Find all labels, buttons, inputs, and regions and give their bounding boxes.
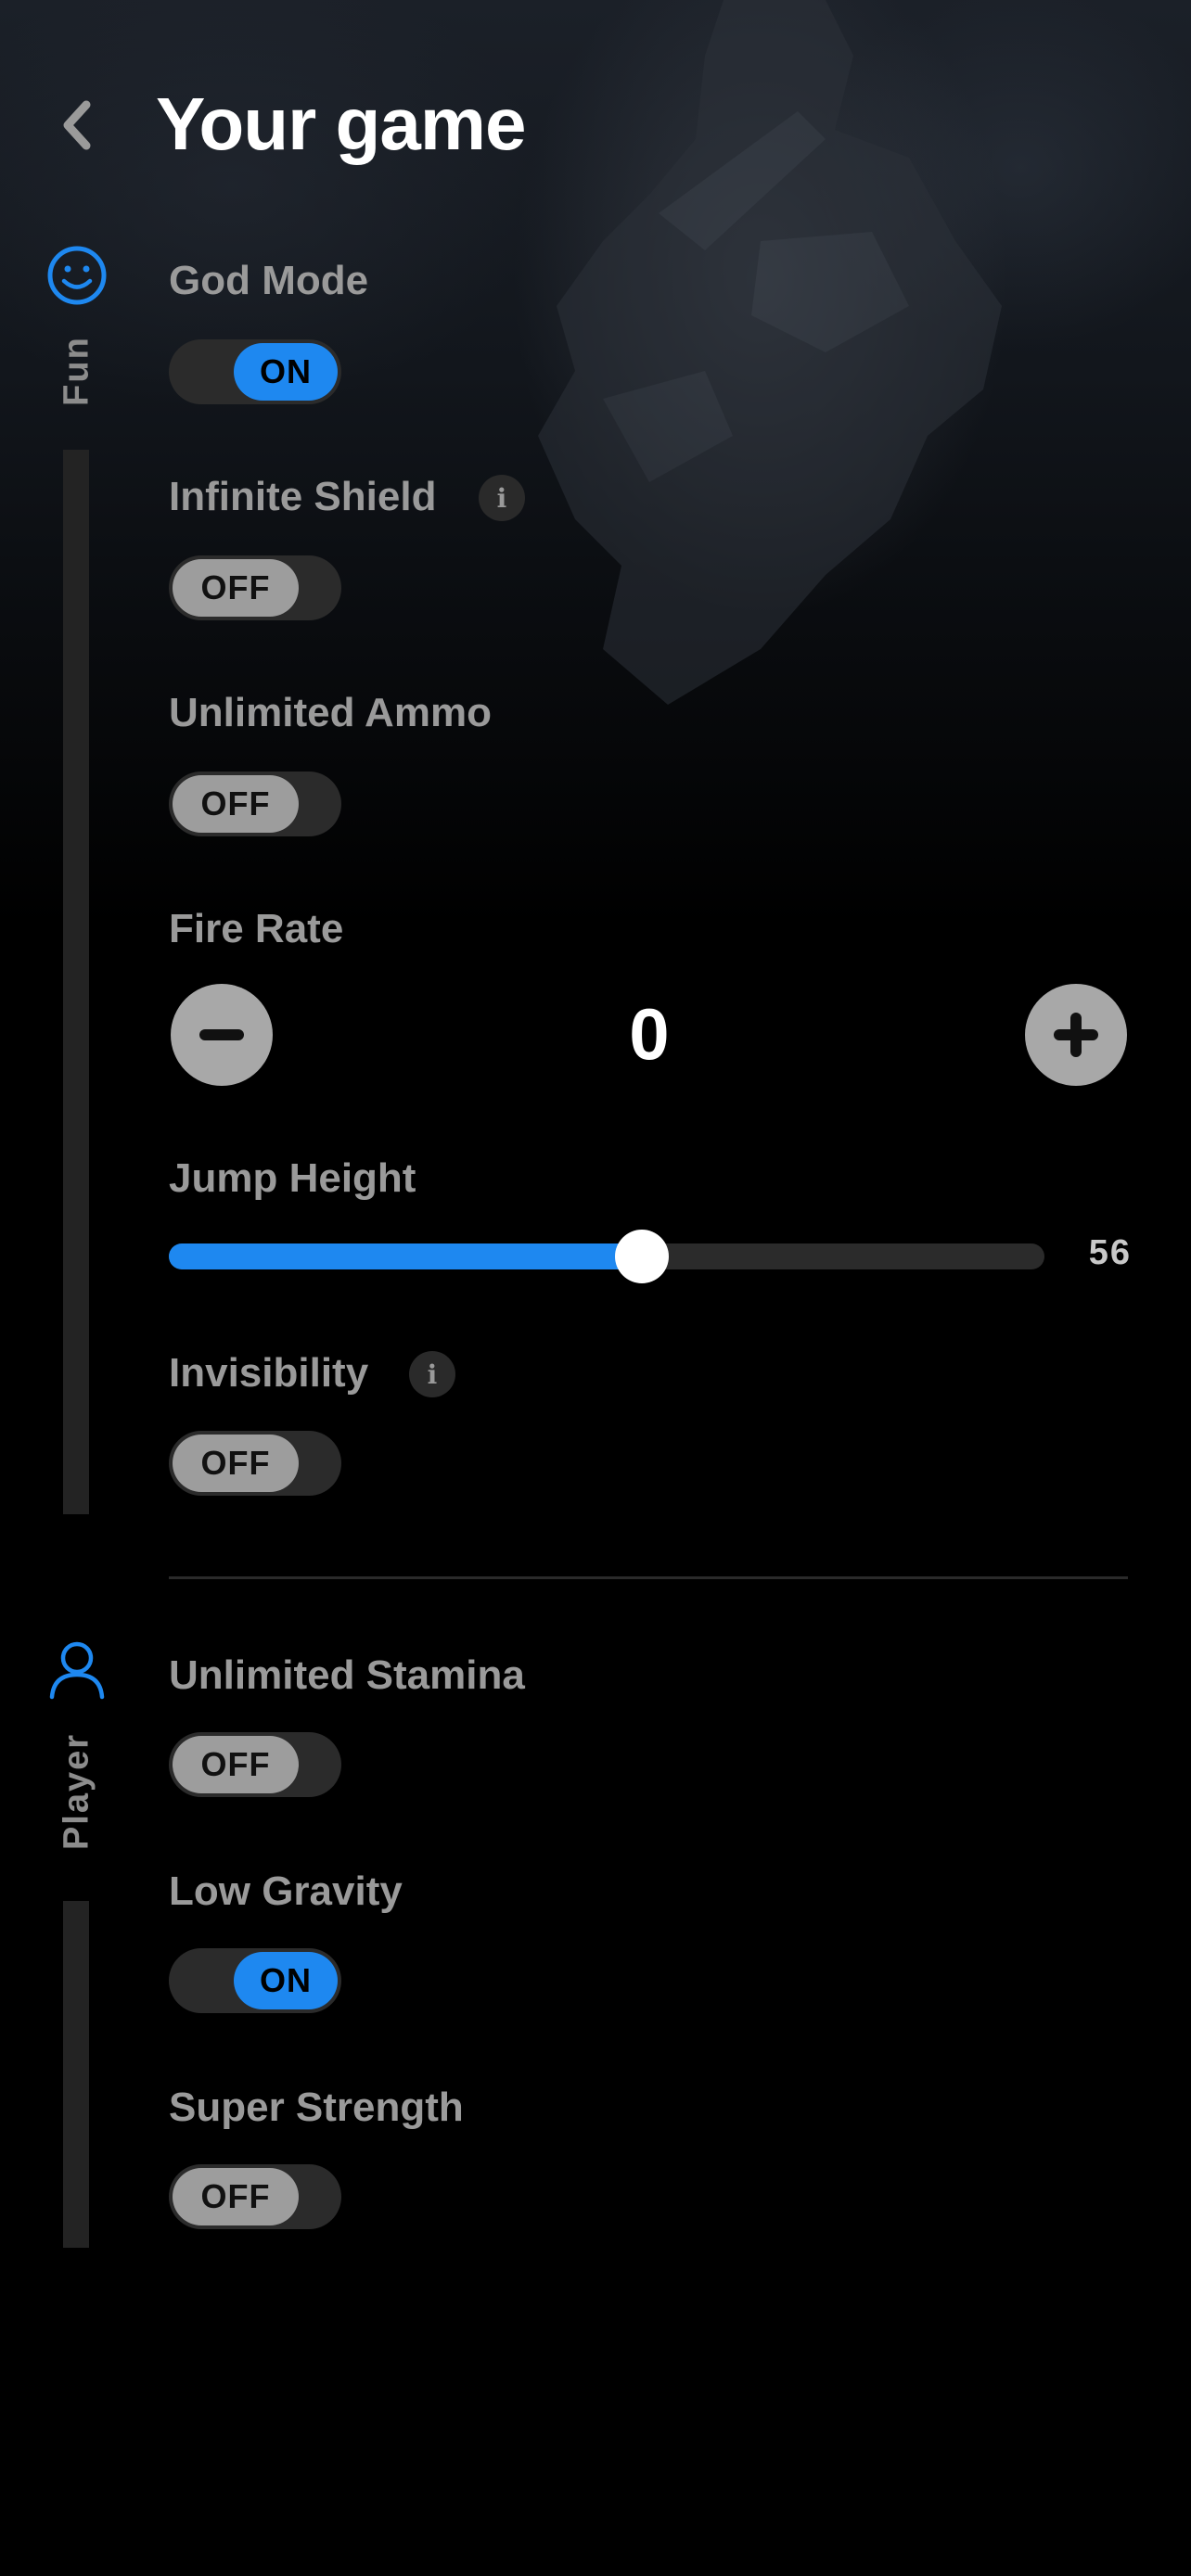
setting-label-unlimited-ammo: Unlimited Ammo [169, 690, 492, 735]
page-title: Your game [156, 83, 526, 165]
user-icon [49, 1641, 105, 1700]
jump-height-value: 56 [1088, 1233, 1132, 1272]
setting-label-low-gravity: Low Gravity [169, 1868, 403, 1914]
section-divider [169, 1576, 1128, 1579]
toggle-state: OFF [173, 1435, 299, 1492]
toggle-state: OFF [173, 2168, 299, 2225]
toggle-low-gravity[interactable]: ON [169, 1948, 341, 2013]
setting-label-god-mode: God Mode [169, 258, 369, 303]
chevron-left-icon [63, 100, 91, 150]
jump-height-slider[interactable] [169, 1230, 1044, 1283]
increment-button[interactable] [1025, 984, 1127, 1086]
toggle-state: OFF [173, 775, 299, 833]
setting-label-super-strength: Super Strength [169, 2085, 464, 2130]
toggle-god-mode[interactable]: ON [169, 339, 341, 404]
back-button[interactable] [54, 93, 100, 158]
setting-label-jump-height: Jump Height [169, 1155, 416, 1201]
setting-label-infinite-shield: Infinite Shield [169, 474, 437, 519]
toggle-unlimited-ammo[interactable]: OFF [169, 772, 341, 836]
info-icon[interactable]: i [479, 475, 525, 521]
category-bar-player [63, 1901, 89, 2248]
category-bar-fun [63, 450, 89, 1514]
toggle-state: ON [234, 1952, 338, 2009]
info-icon[interactable]: i [409, 1351, 455, 1397]
toggle-invisibility[interactable]: OFF [169, 1431, 341, 1496]
toggle-infinite-shield[interactable]: OFF [169, 555, 341, 620]
plus-icon [1054, 1013, 1098, 1057]
slider-fill [169, 1243, 642, 1269]
setting-label-invisibility: Invisibility [169, 1350, 369, 1396]
setting-label-fire-rate: Fire Rate [169, 906, 344, 951]
category-label-player: Player [57, 1732, 96, 1851]
decrement-button[interactable] [171, 984, 273, 1086]
smiley-icon [47, 246, 107, 305]
toggle-unlimited-stamina[interactable]: OFF [169, 1732, 341, 1797]
minus-icon [199, 1029, 244, 1040]
slider-thumb[interactable] [615, 1230, 669, 1283]
setting-label-unlimited-stamina: Unlimited Stamina [169, 1652, 525, 1698]
toggle-state: OFF [173, 1736, 299, 1793]
toggle-state: OFF [173, 559, 299, 617]
toggle-super-strength[interactable]: OFF [169, 2164, 341, 2229]
fire-rate-value: 0 [629, 993, 670, 1075]
game-art-robot-silhouette [538, 0, 1002, 705]
category-label-fun: Fun [57, 336, 96, 406]
toggle-state: ON [234, 343, 338, 401]
